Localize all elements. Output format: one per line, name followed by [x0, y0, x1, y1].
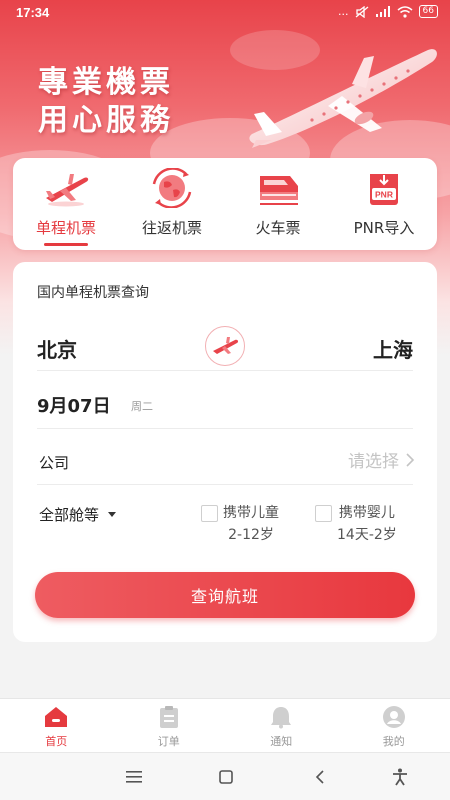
round-trip-globe-icon	[146, 168, 198, 208]
status-icons: ... 66	[338, 5, 438, 18]
mute-icon	[355, 5, 368, 18]
nav-label-profile: 我的	[382, 735, 405, 748]
departure-date[interactable]: 9月07日	[37, 392, 111, 418]
active-tab-indicator	[44, 243, 88, 246]
nav-label-orders: 订单	[157, 735, 180, 748]
departure-city[interactable]: 北京	[37, 334, 77, 363]
slogan-line-2: 用心服務	[38, 103, 174, 138]
infant-option-label: 携带婴儿	[338, 505, 395, 521]
category-tabs: 单程机票 往返机票 火车票 PNR PNR导入	[13, 158, 437, 250]
accessibility-icon[interactable]	[388, 765, 412, 789]
swap-cities-button[interactable]	[205, 326, 245, 366]
profile-icon	[381, 705, 407, 729]
back-icon[interactable]	[308, 765, 332, 789]
child-option-age: 2-12岁	[228, 527, 274, 543]
bottom-navigation: 首页 订单 通知 我的	[0, 698, 450, 752]
pnr-import-icon: PNR	[358, 168, 410, 208]
tab-label-pnr-import: PNR导入	[353, 219, 415, 237]
single-trip-plane-icon	[40, 168, 92, 208]
wifi-icon	[397, 5, 413, 18]
slogan-line-1: 專業機票	[38, 65, 174, 100]
tab-single-trip[interactable]: 单程机票	[13, 158, 119, 250]
departure-weekday: 周二	[131, 400, 153, 413]
tab-pnr-import[interactable]: PNR PNR导入	[331, 158, 437, 250]
tab-round-trip[interactable]: 往返机票	[119, 158, 225, 250]
nav-profile[interactable]: 我的	[338, 699, 450, 752]
tab-label-single-trip: 单程机票	[35, 219, 96, 237]
cabin-class-value: 全部舱等	[39, 506, 100, 524]
cellular-signal-icon	[375, 5, 390, 17]
nav-label-notifications: 通知	[270, 735, 293, 748]
home-icon	[43, 705, 69, 729]
tab-label-train: 火车票	[255, 219, 301, 237]
status-dots: ...	[338, 5, 349, 18]
infant-checkbox[interactable]	[315, 505, 332, 522]
cabin-class-dropdown[interactable]: 全部舱等	[39, 504, 117, 525]
child-passenger-option[interactable]: 携带儿童 2-12岁	[201, 502, 279, 546]
flight-search-card: 国内单程机票查询 北京 上海 9月07日 周二 公司 请选择 全部舱等 携带儿童…	[13, 262, 437, 642]
tab-label-round-trip: 往返机票	[141, 219, 202, 237]
menu-icon[interactable]	[122, 765, 146, 789]
airplane-illustration-icon	[249, 49, 437, 148]
home-square-icon[interactable]	[214, 765, 238, 789]
search-flights-button[interactable]: 查询航班	[35, 572, 415, 618]
child-checkbox[interactable]	[201, 505, 218, 522]
infant-passenger-option[interactable]: 携带婴儿 14天-2岁	[315, 502, 397, 546]
tab-train[interactable]: 火车票	[225, 158, 331, 250]
status-time: 17:34	[16, 5, 50, 20]
nav-notifications[interactable]: 通知	[225, 699, 338, 752]
infant-option-age: 14天-2岁	[337, 527, 397, 543]
nav-orders[interactable]: 订单	[113, 699, 226, 752]
airline-company-placeholder: 请选择	[348, 452, 399, 472]
plane-swap-icon	[213, 337, 239, 354]
hero-slogan: 專業機票 用心服務	[38, 64, 174, 140]
order-clipboard-icon	[156, 705, 182, 729]
nav-home[interactable]: 首页	[0, 699, 113, 752]
child-option-label: 携带儿童	[223, 505, 279, 521]
status-bar: 17:34 ... 66	[0, 0, 450, 26]
airline-company-select[interactable]: 请选择	[348, 447, 415, 472]
train-ticket-icon	[252, 168, 304, 208]
airline-company-label: 公司	[39, 454, 70, 472]
battery-icon: 66	[418, 5, 438, 18]
pnr-icon-text: PNR	[375, 190, 393, 200]
arrival-city[interactable]: 上海	[373, 334, 413, 363]
divider	[37, 428, 413, 429]
search-card-title: 国内单程机票查询	[37, 285, 149, 301]
nav-label-home: 首页	[45, 735, 68, 748]
system-navigation-bar	[0, 752, 450, 800]
caret-down-icon	[108, 511, 117, 517]
chevron-right-icon	[406, 452, 415, 467]
divider	[37, 370, 413, 371]
bell-icon	[268, 705, 294, 729]
divider	[37, 484, 413, 485]
